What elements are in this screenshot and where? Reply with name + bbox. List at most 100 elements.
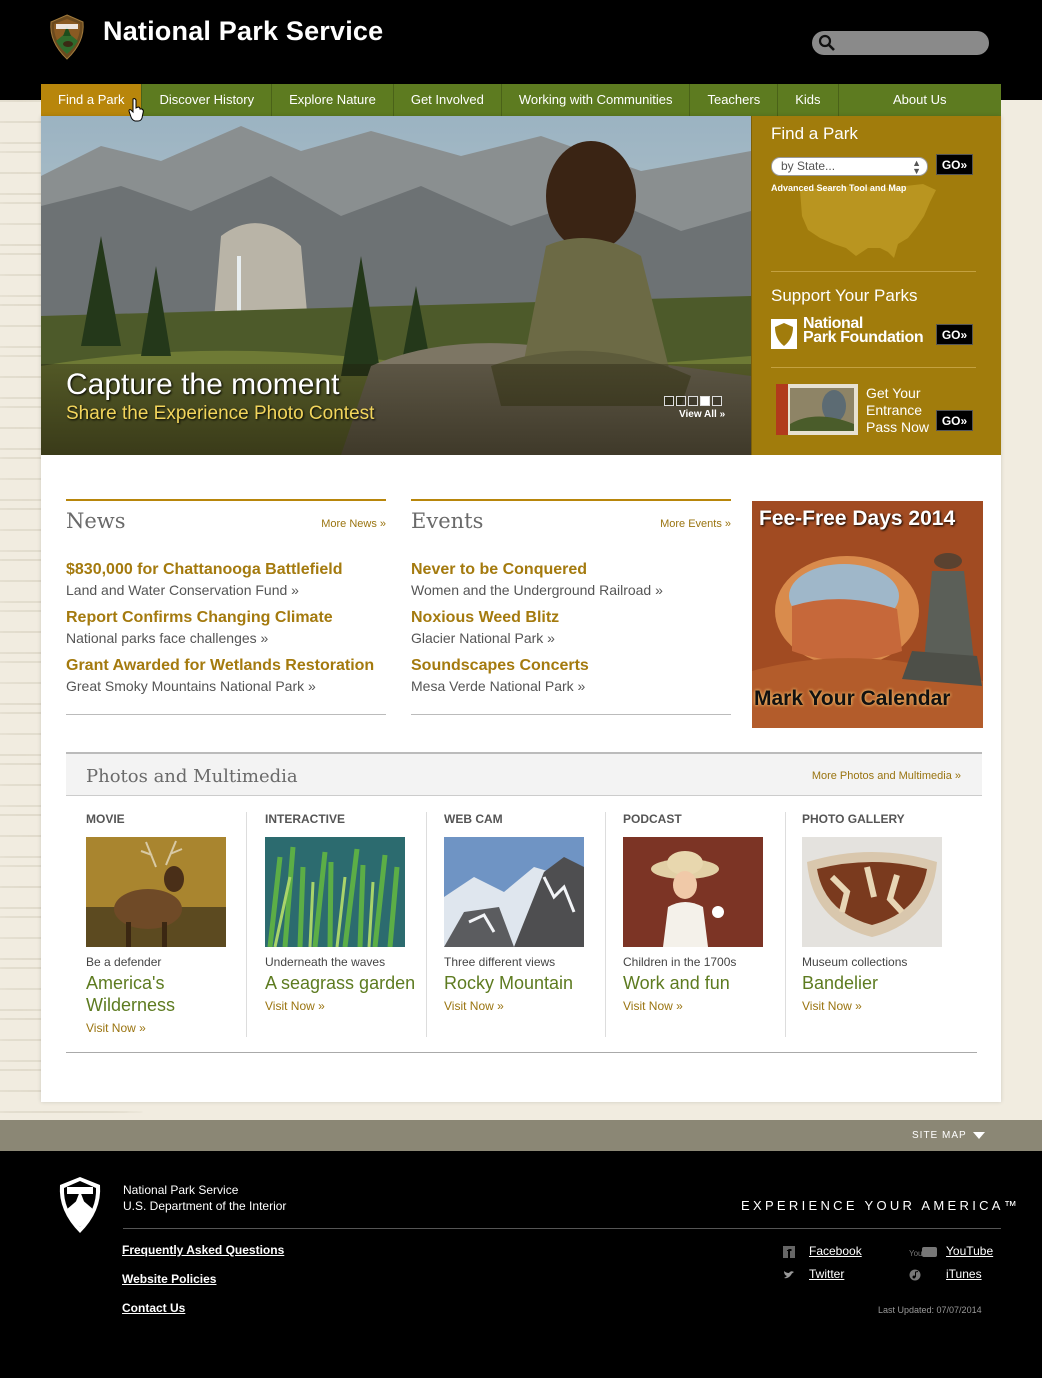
nps-arrowhead-footer-icon[interactable]: [57, 1176, 103, 1234]
carousel-dot[interactable]: [712, 396, 722, 406]
media-caption: Underneath the waves: [265, 955, 386, 969]
multimedia-item-movie[interactable]: MOVIE Be a defender America's Wilderness…: [86, 812, 246, 1037]
visit-now-link[interactable]: Visit Now »: [265, 999, 325, 1013]
hero-title[interactable]: Capture the moment: [66, 368, 339, 402]
youtube-link[interactable]: YouTube: [946, 1244, 993, 1258]
news-item-title[interactable]: $830,000 for Chattanooga Battlefield: [66, 561, 343, 579]
nav-item-kids[interactable]: Kids: [778, 84, 839, 116]
fee-free-days-promo[interactable]: Fee-Free Days 2014 Mark Your Calendar: [752, 501, 983, 728]
nps-arrowhead-logo-icon[interactable]: [48, 14, 86, 60]
visit-now-link[interactable]: Visit Now »: [444, 999, 504, 1013]
elk-thumbnail[interactable]: [86, 837, 226, 947]
event-item-sub[interactable]: Glacier National Park »: [411, 630, 555, 646]
more-news-link[interactable]: More News »: [321, 518, 386, 530]
news-item-sub[interactable]: National parks face challenges »: [66, 630, 268, 646]
media-type-label: WEB CAM: [444, 812, 503, 826]
multimedia-item-photo-gallery[interactable]: PHOTO GALLERY Museum collections Bandeli…: [802, 812, 962, 1037]
footer-divider: [123, 1228, 1001, 1229]
npf-logo[interactable]: National Park Foundation: [803, 316, 924, 346]
search-icon[interactable]: [818, 34, 836, 52]
entrance-pass-link[interactable]: Get Your Entrance Pass Now: [866, 385, 932, 436]
nav-item-working-with-communities[interactable]: Working with Communities: [502, 84, 691, 116]
multimedia-item-webcam[interactable]: WEB CAM Three different views Rocky Moun…: [444, 812, 604, 1037]
media-title[interactable]: Bandelier: [802, 972, 957, 994]
facebook-icon[interactable]: [783, 1246, 795, 1258]
hand-cursor-icon: [128, 98, 144, 122]
rocky-mountain-thumbnail[interactable]: [444, 837, 584, 947]
event-item-title[interactable]: Soundscapes Concerts: [411, 657, 589, 675]
search-input[interactable]: [840, 33, 982, 53]
multimedia-item-podcast[interactable]: PODCAST Children in the 1700s Work and f…: [623, 812, 783, 1037]
carousel-dot[interactable]: [664, 396, 674, 406]
carousel-dot[interactable]: [688, 396, 698, 406]
hero-carousel[interactable]: Capture the moment Share the Experience …: [41, 116, 751, 455]
media-title[interactable]: America's Wilderness: [86, 972, 241, 1016]
chevron-down-icon[interactable]: [973, 1132, 985, 1139]
nav-item-explore-nature[interactable]: Explore Nature: [272, 84, 394, 116]
state-select[interactable]: by State... ▲ ▼: [771, 157, 928, 176]
site-map-toggle[interactable]: SITE MAP: [912, 1130, 967, 1141]
colonial-child-thumbnail[interactable]: [623, 837, 763, 947]
nav-item-teachers[interactable]: Teachers: [690, 84, 779, 116]
visit-now-link[interactable]: Visit Now »: [802, 999, 862, 1013]
media-type-label: INTERACTIVE: [265, 812, 346, 826]
seagrass-thumbnail[interactable]: [265, 837, 405, 947]
media-title[interactable]: Work and fun: [623, 972, 778, 994]
itunes-icon[interactable]: [909, 1269, 921, 1281]
find-park-go-button[interactable]: GO»: [936, 154, 973, 175]
us-map-icon: [800, 184, 936, 258]
pass-go-button[interactable]: GO»: [936, 410, 973, 431]
mark-calendar-cta[interactable]: Mark Your Calendar: [754, 687, 950, 711]
event-item-sub[interactable]: Mesa Verde National Park »: [411, 678, 585, 694]
event-item-sub[interactable]: Women and the Underground Railroad »: [411, 582, 663, 598]
media-type-label: MOVIE: [86, 812, 125, 826]
event-item-title[interactable]: Noxious Weed Blitz: [411, 609, 559, 627]
more-events-link[interactable]: More Events »: [660, 518, 731, 530]
events-header: Events More Events »: [411, 499, 731, 535]
news-item-title[interactable]: Report Confirms Changing Climate: [66, 609, 333, 627]
carousel-dot[interactable]: [700, 396, 710, 406]
faq-link[interactable]: Frequently Asked Questions: [122, 1243, 284, 1257]
advanced-search-link[interactable]: Advanced Search Tool and Map: [771, 183, 906, 193]
wood-grain-line: [0, 1111, 143, 1113]
youtube-icon[interactable]: You: [909, 1246, 937, 1258]
divider: [246, 812, 247, 1037]
state-select-value: by State...: [781, 159, 836, 173]
website-policies-link[interactable]: Website Policies: [122, 1272, 216, 1286]
twitter-icon[interactable]: [783, 1269, 795, 1281]
more-multimedia-link[interactable]: More Photos and Multimedia »: [812, 770, 961, 782]
news-item-title[interactable]: Grant Awarded for Wetlands Restoration: [66, 657, 374, 675]
carousel-dots: [664, 396, 722, 406]
nav-item-get-involved[interactable]: Get Involved: [394, 84, 502, 116]
search-box[interactable]: [812, 31, 989, 55]
news-item-sub[interactable]: Great Smoky Mountains National Park »: [66, 678, 316, 694]
multimedia-item-interactive[interactable]: INTERACTIVE Underneath the waves A seagr…: [265, 812, 425, 1037]
visit-now-link[interactable]: Visit Now »: [86, 1021, 146, 1035]
support-your-parks-heading: Support Your Parks: [771, 286, 918, 305]
news-header: News More News »: [66, 499, 386, 535]
footer-org-line2: U.S. Department of the Interior: [123, 1199, 287, 1213]
site-title[interactable]: National Park Service: [103, 16, 383, 47]
carousel-dot[interactable]: [676, 396, 686, 406]
visit-now-link[interactable]: Visit Now »: [623, 999, 683, 1013]
event-item-title[interactable]: Never to be Conquered: [411, 561, 587, 579]
view-all-link[interactable]: View All »: [679, 409, 725, 420]
annual-pass-image[interactable]: [776, 384, 858, 435]
nav-item-about-us[interactable]: About Us: [839, 84, 1001, 116]
npf-arrowhead-icon[interactable]: [771, 319, 797, 349]
divider: [605, 812, 606, 1037]
media-caption: Three different views: [444, 955, 556, 969]
facebook-link[interactable]: Facebook: [809, 1244, 862, 1258]
bandelier-bowl-thumbnail[interactable]: [802, 837, 942, 947]
npf-go-button[interactable]: GO»: [936, 324, 973, 345]
twitter-link[interactable]: Twitter: [809, 1267, 844, 1281]
media-caption: Museum collections: [802, 955, 908, 969]
itunes-link[interactable]: iTunes: [946, 1267, 982, 1281]
hero-subtitle[interactable]: Share the Experience Photo Contest: [66, 403, 374, 425]
events-title: Events: [411, 509, 484, 533]
media-title[interactable]: Rocky Mountain: [444, 972, 599, 994]
contact-us-link[interactable]: Contact Us: [122, 1301, 185, 1315]
nav-item-discover-history[interactable]: Discover History: [142, 84, 273, 116]
media-title[interactable]: A seagrass garden: [265, 972, 425, 994]
news-item-sub[interactable]: Land and Water Conservation Fund »: [66, 582, 299, 598]
